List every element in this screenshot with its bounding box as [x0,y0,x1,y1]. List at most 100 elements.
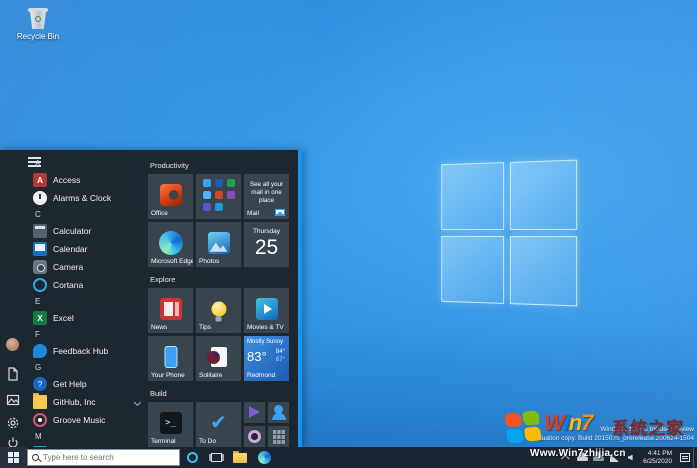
task-view-icon [211,453,222,462]
weather-location: Redmond [247,372,275,379]
recycle-bin-icon [28,6,48,30]
win7-site-watermark: Win7 系统之家 [504,408,697,448]
taskbar-clock[interactable]: 4:41 PM 6/25/2020 [638,450,677,466]
tile-group-title-explore[interactable]: Explore [150,273,296,285]
clock-date: 6/25/2020 [643,458,672,466]
tile-your-phone[interactable]: Your Phone [148,336,193,381]
tile-terminal[interactable]: >_ Terminal [148,402,193,447]
user-avatar[interactable] [6,338,19,351]
app-list-item-calendar[interactable]: Calendar [28,240,146,258]
search-input[interactable] [43,453,163,462]
app-list-item-camera[interactable]: Camera [28,258,146,276]
movies-tv-icon [256,298,278,320]
windows-logo-pane [441,162,504,230]
action-center-button[interactable] [677,447,693,468]
lightbulb-icon [211,301,226,316]
file-explorer-button[interactable] [228,447,252,468]
app-list-section-header[interactable]: G [28,360,146,375]
tile-photos[interactable]: Photos [196,222,241,267]
win7-chinese-text: 系统之家 [612,414,684,439]
office-mini-app-icon [215,203,223,211]
documents-icon[interactable] [6,367,20,381]
cortana-icon [187,452,198,463]
tile-news[interactable]: News [148,288,193,333]
app-list-section-header[interactable]: E [28,294,146,309]
pictures-icon[interactable] [6,393,20,407]
windows-logo-pane [441,236,504,304]
office-icon [160,184,182,206]
office-mini-app-icon [203,203,211,211]
start-menu: A A Access Alarms & Clock C Calculator C… [0,150,302,447]
start-menu-tiles: Productivity Office See all your mail in… [148,156,296,447]
feedback-hub-icon [33,344,47,358]
cortana-button[interactable] [180,447,204,468]
tile-tips[interactable]: Tips [196,288,241,333]
office-mini-app-icon [215,191,223,199]
tile-weather[interactable]: Mostly Sunny 83° 84° 67° Redmond [244,336,289,381]
power-icon[interactable] [6,436,20,447]
tile-solitaire[interactable]: Solitaire [196,336,241,381]
news-icon [160,298,182,320]
windows-flag-icon [505,410,542,443]
terminal-icon: >_ [160,412,182,434]
person-icon [274,405,283,414]
taskbar-search-box[interactable] [27,449,180,466]
app-list-section-header[interactable]: F [28,327,146,342]
edge-taskbar-button[interactable] [252,447,276,468]
office-mini-app-icon [203,191,211,199]
office-apps-folder-icons [203,179,235,211]
app-list-item-feedback-hub[interactable]: Feedback Hub [28,342,146,360]
app-list-section-header[interactable]: M [28,429,146,444]
task-view-button[interactable] [204,447,228,468]
weather-condition: Mostly Sunny [247,339,283,345]
github-desktop-icon [248,430,261,443]
app-grid-icon [272,429,285,444]
tile-group-title-productivity[interactable]: Productivity [150,159,296,171]
start-button[interactable] [0,447,27,468]
desktop: Recycle Bin Windows 10 Pro Insider Previ… [0,0,697,468]
show-desktop-button[interactable] [693,447,697,468]
windows-logo-pane [510,236,577,306]
checkmark-icon: ✔ [210,413,227,433]
app-list-item-access[interactable]: A Access [28,171,146,189]
tile-group-title-build[interactable]: Build [150,387,296,399]
settings-gear-icon[interactable] [6,416,20,430]
wallpaper-windows-logo [441,160,577,307]
calculator-icon [33,224,47,238]
win7-url-watermark: Www.Win7zhijia.cn [530,448,626,459]
tile-mail[interactable]: See all your mail in one place Mail [244,174,289,219]
tile-app-grid[interactable] [268,426,289,447]
app-list-section-header[interactable]: C [28,207,146,222]
calendar-weekday: Thursday [244,228,289,235]
app-list-item-calculator[interactable]: Calculator [28,222,146,240]
tile-github-desktop[interactable] [244,426,265,447]
start-menu-scrollbar[interactable] [298,150,302,447]
tile-calendar[interactable]: Thursday 25 [244,222,289,267]
chevron-down-icon [134,399,141,406]
app-list-item-github-inc[interactable]: GitHub, Inc [28,393,146,411]
tile-office[interactable]: Office [148,174,193,219]
weather-low: 67° [276,357,285,363]
tile-movies-tv[interactable]: Movies & TV [244,288,289,333]
tile-dev-person[interactable] [268,402,289,423]
app-list-item-groove-music[interactable]: Groove Music [28,411,146,429]
app-list-item-get-help[interactable]: ? Get Help [28,375,146,393]
tile-microsoft-edge[interactable]: Microsoft Edge [148,222,193,267]
recycle-bin-desktop-icon[interactable]: Recycle Bin [12,6,64,41]
calendar-day: 25 [244,236,289,260]
tile-to-do[interactable]: ✔ To Do [196,402,241,447]
weather-temperature: 83° [247,349,267,364]
photos-icon [208,232,230,254]
alarms-clock-icon [33,191,47,205]
app-list-item-alarms-clock[interactable]: Alarms & Clock [28,189,146,207]
tile-office-apps-folder[interactable] [196,174,241,219]
search-icon [32,454,39,461]
app-list-item-excel[interactable]: X Excel [28,309,146,327]
tile-visual-studio[interactable] [244,402,265,423]
solitaire-card-icon [211,347,227,367]
app-list-item-cortana[interactable]: Cortana [28,276,146,294]
app-list-section-header[interactable]: A [28,156,146,171]
office-mini-app-icon [215,179,223,187]
action-center-icon [680,453,690,462]
office-mini-app-icon [203,179,211,187]
